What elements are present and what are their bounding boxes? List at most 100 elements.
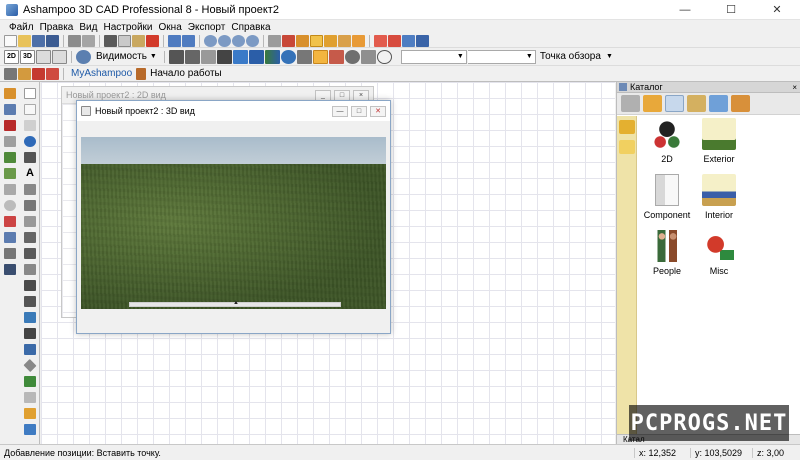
- save-icon[interactable]: [32, 34, 45, 47]
- maximize-button[interactable]: ☐: [708, 0, 754, 20]
- save-all-icon[interactable]: [46, 34, 59, 47]
- diamond-icon[interactable]: [23, 358, 37, 373]
- terrain-icon[interactable]: [4, 168, 16, 179]
- menu-file[interactable]: Файл: [6, 22, 37, 33]
- clock-icon[interactable]: [376, 49, 392, 64]
- layer-select-icon[interactable]: [388, 34, 401, 47]
- scroll-up-icon[interactable]: ▲: [233, 300, 239, 306]
- color-picker-icon[interactable]: [264, 49, 280, 64]
- object-icon[interactable]: [4, 216, 16, 227]
- dimension-icon[interactable]: [352, 34, 365, 47]
- zoom-fit-icon[interactable]: [246, 34, 259, 47]
- window-insert-icon[interactable]: [24, 312, 36, 323]
- delete-icon[interactable]: [146, 34, 159, 47]
- shield-icon[interactable]: [4, 264, 16, 275]
- column-tool-icon[interactable]: [24, 280, 36, 291]
- calculator-icon[interactable]: [268, 34, 281, 47]
- snap-icon[interactable]: [200, 49, 216, 64]
- view-2d-minimize-button[interactable]: _: [315, 89, 331, 101]
- catalog-tab-objects[interactable]: [665, 95, 684, 112]
- view-quad-icon[interactable]: [52, 49, 67, 64]
- 3d-viewport[interactable]: ▲: [81, 137, 386, 309]
- wall-tool-icon[interactable]: [296, 34, 309, 47]
- polyline-icon[interactable]: [24, 184, 36, 195]
- shadow-icon[interactable]: [296, 49, 312, 64]
- measure-icon[interactable]: [338, 34, 351, 47]
- brush-icon[interactable]: [416, 34, 429, 47]
- undo-icon[interactable]: [168, 34, 181, 47]
- table-grid-icon[interactable]: [168, 49, 184, 64]
- new-file-icon[interactable]: [4, 34, 17, 47]
- catalog-tab-house[interactable]: [643, 95, 662, 112]
- view-3d-button[interactable]: 3D: [20, 49, 35, 64]
- copy-icon[interactable]: [118, 34, 131, 47]
- menu-edit[interactable]: Правка: [37, 22, 77, 33]
- myashampoo-link[interactable]: MyAshampoo: [71, 68, 132, 79]
- layer-visibility-icon[interactable]: [216, 49, 232, 64]
- pointer-icon[interactable]: [24, 104, 36, 115]
- zoom-in-icon[interactable]: [218, 34, 231, 47]
- zoom-icon[interactable]: [204, 34, 217, 47]
- catalog-item-exterior[interactable]: Exterior: [691, 118, 747, 170]
- viewpoint-dropdown[interactable]: ▼: [467, 49, 536, 64]
- catalog-item-interior[interactable]: Interior: [691, 174, 747, 226]
- delete-object-icon[interactable]: [32, 67, 45, 80]
- minimize-button[interactable]: —: [662, 0, 708, 20]
- circle-icon[interactable]: [4, 200, 16, 211]
- catalog-item-2d[interactable]: 2D: [639, 118, 695, 170]
- catalog-tab-materials[interactable]: [687, 95, 706, 112]
- view-3d-minimize-button[interactable]: —: [332, 105, 348, 117]
- viewpoint-arrow[interactable]: ▼: [605, 50, 615, 64]
- select-tool-icon[interactable]: [310, 34, 323, 47]
- walk-icon[interactable]: [360, 49, 376, 64]
- print-preview-icon[interactable]: [82, 34, 95, 47]
- viewpoint-label[interactable]: Точка обзора: [540, 51, 601, 62]
- shading-icon[interactable]: [232, 49, 248, 64]
- text-icon[interactable]: A: [24, 168, 36, 179]
- paste-icon[interactable]: [132, 34, 145, 47]
- surface-icon[interactable]: [24, 344, 36, 355]
- menu-help[interactable]: Справка: [228, 22, 273, 33]
- eye-icon[interactable]: [344, 49, 360, 64]
- viewpoint-select[interactable]: ▼: [400, 49, 467, 64]
- redo-icon[interactable]: [182, 34, 195, 47]
- arc-icon[interactable]: [24, 200, 36, 211]
- layer-icon[interactable]: [374, 34, 387, 47]
- globe-icon[interactable]: [280, 49, 296, 64]
- getting-started-link[interactable]: Начало работы: [150, 68, 222, 79]
- view-split-icon[interactable]: [36, 49, 51, 64]
- view-3d-maximize-button[interactable]: □: [351, 105, 367, 117]
- paint-icon[interactable]: [402, 34, 415, 47]
- beam-icon[interactable]: [24, 296, 36, 307]
- visibility-eye-icon[interactable]: [76, 49, 91, 64]
- grid-icon[interactable]: [282, 34, 295, 47]
- rectangle-icon[interactable]: [24, 216, 36, 227]
- column-icon[interactable]: [324, 34, 337, 47]
- catalog-tab-colors[interactable]: [709, 95, 728, 112]
- select-arrow-icon[interactable]: [24, 88, 36, 99]
- camera-tool-icon[interactable]: [24, 408, 36, 419]
- catalog-item-people[interactable]: People: [639, 230, 695, 282]
- solid-icon[interactable]: [24, 328, 36, 339]
- view-2d-button[interactable]: 2D: [4, 49, 19, 64]
- close-button[interactable]: ✕: [754, 0, 800, 20]
- cut-icon[interactable]: [104, 34, 117, 47]
- wall-icon[interactable]: [4, 88, 16, 99]
- polygon-icon[interactable]: [4, 184, 16, 195]
- landscape-icon[interactable]: [4, 152, 16, 163]
- camera-icon[interactable]: [328, 49, 344, 64]
- light-bulb-icon[interactable]: [312, 49, 328, 64]
- home-icon[interactable]: [136, 67, 147, 80]
- light-icon[interactable]: [24, 392, 36, 403]
- visibility-dropdown[interactable]: Видимость ▼: [96, 51, 160, 62]
- floor-icon[interactable]: [4, 104, 16, 115]
- menu-view[interactable]: Вид: [76, 22, 100, 33]
- catalog-tab-back[interactable]: [621, 95, 640, 112]
- zoom-out-icon[interactable]: [232, 34, 245, 47]
- edit-wall-icon[interactable]: [18, 67, 31, 80]
- curve-icon[interactable]: [24, 152, 36, 163]
- hatch-icon[interactable]: [24, 232, 36, 243]
- tool-icon[interactable]: [24, 424, 36, 435]
- section-icon[interactable]: [24, 248, 36, 259]
- print-icon[interactable]: [68, 34, 81, 47]
